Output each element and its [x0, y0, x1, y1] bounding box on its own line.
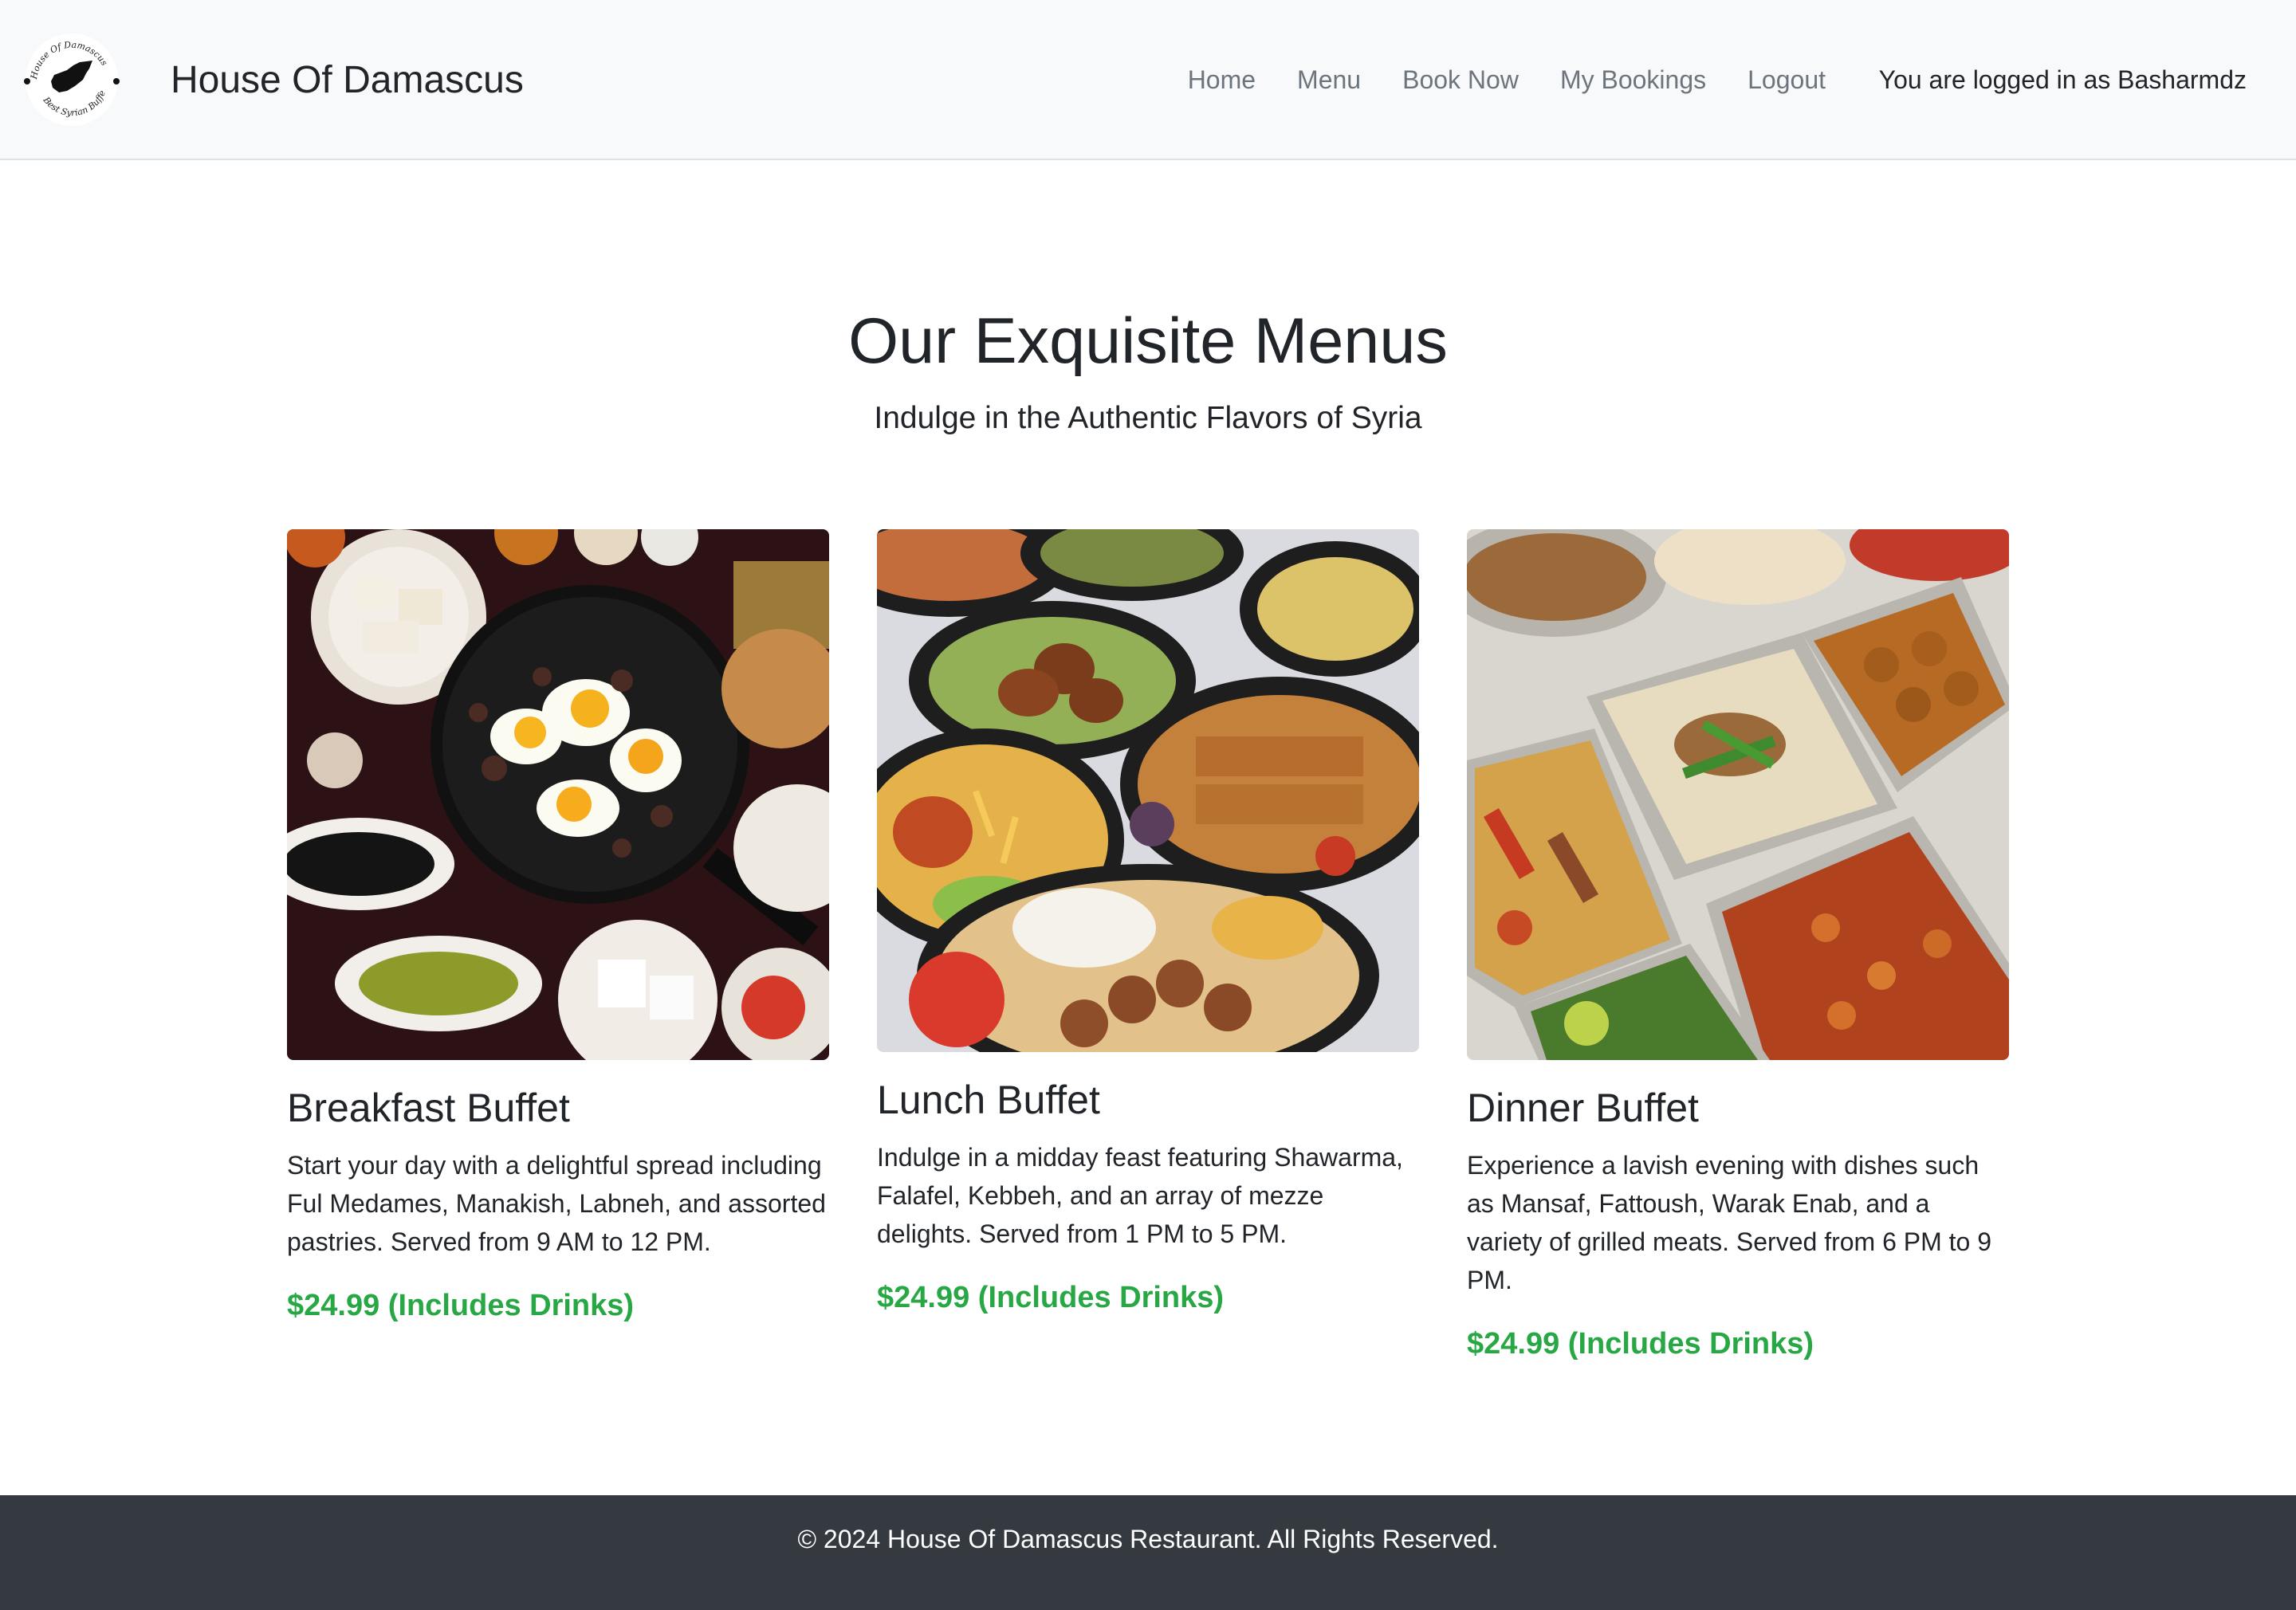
menu-card-breakfast: Breakfast Buffet Start your day with a d… — [287, 529, 829, 1325]
nav-link-menu[interactable]: Menu — [1297, 65, 1361, 95]
card-description-breakfast: Start your day with a delightful spread … — [287, 1151, 826, 1256]
breakfast-spread-photo — [287, 529, 829, 1060]
nav-link-logout[interactable]: Logout — [1748, 65, 1826, 95]
nav-links: Home Menu Book Now My Bookings Logout — [1188, 0, 1826, 159]
nav-link-my-bookings[interactable]: My Bookings — [1560, 65, 1706, 95]
menu-card-lunch: Lunch Buffet Indulge in a midday feast f… — [877, 529, 1419, 1317]
card-price-breakfast: $24.99 (Includes Drinks) — [287, 1289, 635, 1322]
logged-in-status: You are logged in as Basharmdz — [1878, 65, 2247, 94]
footer-copyright: © 2024 House Of Damascus Restaurant. All… — [797, 1525, 1499, 1553]
navbar: House Of Damascus Best Syrian Buffet Hou… — [0, 0, 2296, 160]
card-price-dinner: $24.99 (Includes Drinks) — [1467, 1327, 1814, 1361]
card-price-lunch: $24.99 (Includes Drinks) — [877, 1281, 1225, 1314]
nav-link-book-now[interactable]: Book Now — [1402, 65, 1519, 95]
menu-card-dinner: Dinner Buffet Experience a lavish evenin… — [1467, 529, 2009, 1363]
nav-link-home[interactable]: Home — [1188, 65, 1256, 95]
card-title-lunch: Lunch Buffet — [877, 1078, 1100, 1122]
page-subtitle: Indulge in the Authentic Flavors of Syri… — [874, 401, 1422, 435]
restaurant-logo: House Of Damascus Best Syrian Buffet — [22, 30, 120, 126]
dinner-trays-photo — [1467, 529, 2009, 1060]
card-description-lunch: Indulge in a midday feast featuring Shaw… — [877, 1143, 1403, 1248]
card-description-dinner: Experience a lavish evening with dishes … — [1467, 1151, 1992, 1294]
lunch-platter-photo — [877, 529, 1419, 1052]
card-title-breakfast: Breakfast Buffet — [287, 1086, 570, 1130]
page-title: Our Exquisite Menus — [848, 305, 1448, 377]
footer: © 2024 House Of Damascus Restaurant. All… — [0, 1495, 2296, 1610]
brand-name: House Of Damascus — [171, 58, 524, 101]
brand-link[interactable]: House Of Damascus Best Syrian Buffet Hou… — [22, 29, 524, 131]
card-title-dinner: Dinner Buffet — [1467, 1086, 1699, 1130]
